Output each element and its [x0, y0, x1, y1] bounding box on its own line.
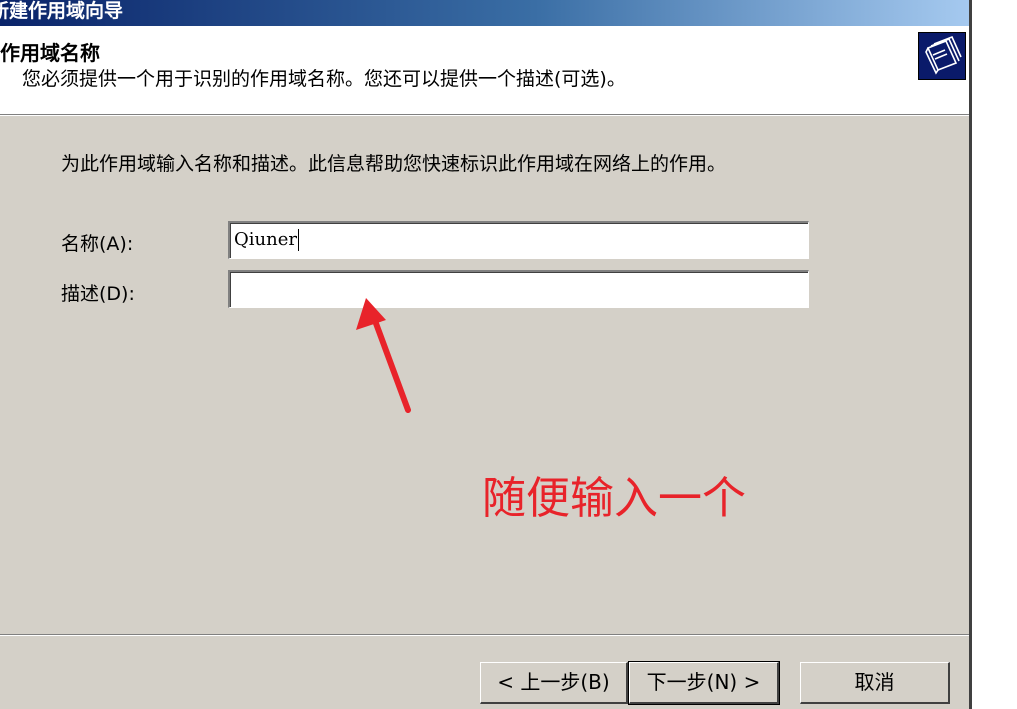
title-bar[interactable]: 新建作用域向导 — [0, 0, 969, 26]
text-caret — [297, 229, 299, 251]
new-scope-wizard-window: 新建作用域向导 作用域名称 您必须提供一个用于识别的作用域名称。您还可以提供一个… — [0, 0, 972, 709]
description-label: 描述(D): — [61, 283, 135, 305]
name-label: 名称(A): — [61, 233, 134, 255]
header-divider — [0, 115, 969, 116]
annotation-text: 随便输入一个 — [482, 473, 746, 524]
cancel-button[interactable]: 取消 — [800, 662, 950, 704]
name-input-value: Qiuner — [234, 229, 297, 250]
page-subtitle: 您必须提供一个用于识别的作用域名称。您还可以提供一个描述(可选)。 — [22, 68, 626, 90]
instruction-text: 为此作用域输入名称和描述。此信息帮助您快速标识此作用域在网络上的作用。 — [61, 153, 727, 175]
page-title: 作用域名称 — [0, 41, 100, 65]
footer-divider-highlight — [0, 635, 969, 636]
red-arrow-annotation — [356, 298, 411, 413]
description-input[interactable] — [228, 270, 809, 308]
next-button[interactable]: 下一步(N) > — [628, 661, 780, 705]
scope-folder-icon — [918, 32, 966, 80]
window-title: 新建作用域向导 — [0, 0, 124, 22]
name-input[interactable]: Qiuner — [228, 221, 809, 259]
back-button[interactable]: < 上一步(B) — [480, 662, 628, 704]
wizard-header: 作用域名称 您必须提供一个用于识别的作用域名称。您还可以提供一个描述(可选)。 — [0, 26, 969, 115]
